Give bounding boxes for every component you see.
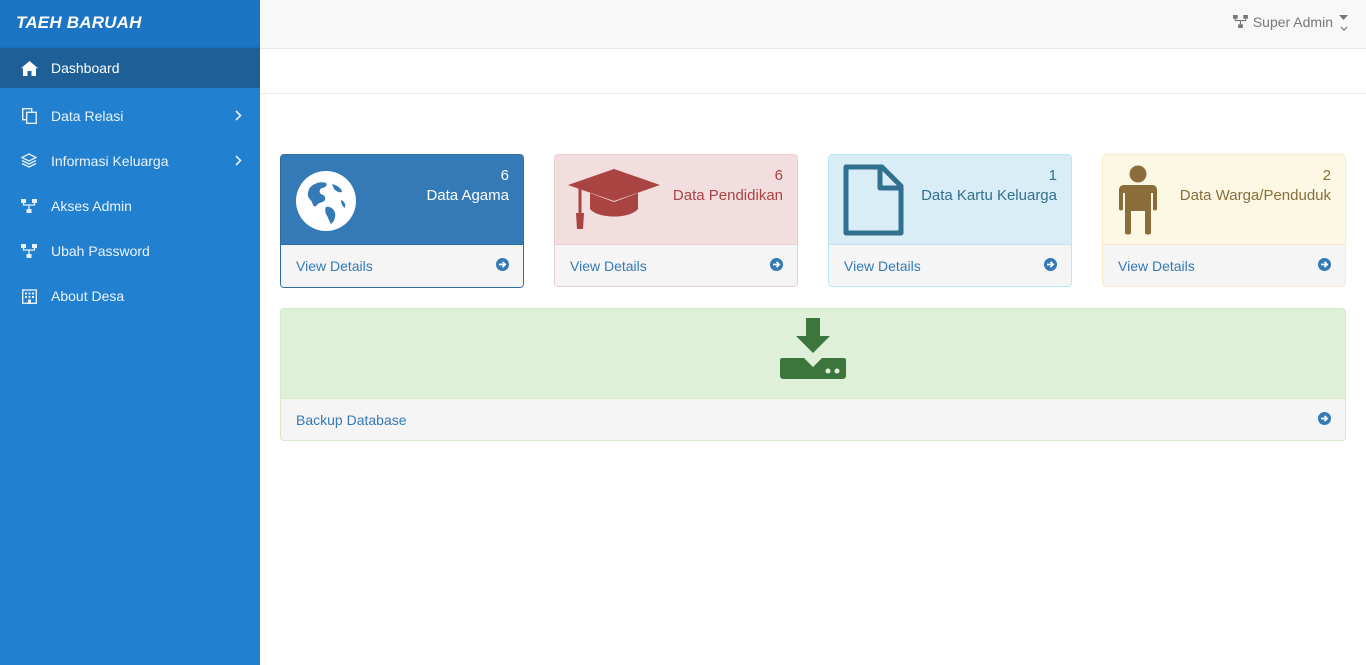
backup-database-label: Backup Database [296, 412, 407, 428]
card-heading: 1 Data Kartu Keluarga [829, 155, 1071, 245]
sidebar-item-dashboard[interactable]: Dashboard [0, 48, 260, 88]
card-label: Data Pendidikan [672, 187, 783, 204]
arrow-circle-right-icon [496, 258, 509, 274]
view-details-link[interactable]: View Details [555, 245, 797, 286]
view-details-link[interactable]: View Details [1103, 245, 1345, 286]
card-heading: 6 Data Agama [281, 155, 523, 245]
backup-database-link[interactable]: Backup Database [281, 399, 1345, 440]
download-icon [780, 318, 846, 383]
graduation-cap-icon [568, 169, 660, 234]
card-heading [281, 309, 1345, 399]
card-count: 6 [500, 167, 509, 184]
sidebar: TAEH BARUAH Dashboard Data Relasi Inform… [0, 0, 260, 665]
sidebar-item-label: Data Relasi [51, 107, 124, 124]
sitemap-icon [1232, 15, 1248, 28]
top-navbar: Super Admin [260, 0, 1366, 49]
sidebar-item-label: Dashboard [51, 60, 120, 76]
card-label: Data Kartu Keluarga [921, 187, 1057, 204]
card-heading: 6 Data Pendidikan [555, 155, 797, 245]
brand-title[interactable]: TAEH BARUAH [0, 0, 260, 48]
view-details-link[interactable]: View Details [281, 245, 523, 287]
sidebar-item-akses-admin[interactable]: Akses Admin [0, 183, 260, 228]
person-icon [1117, 165, 1159, 238]
sidebar-item-label: Informasi Keluarga [51, 152, 169, 169]
card-count: 6 [774, 167, 783, 184]
layers-icon [20, 152, 38, 170]
chevron-right-icon [235, 108, 242, 124]
sidebar-item-about-desa[interactable]: About Desa [0, 273, 260, 318]
card-backup-database: Backup Database [280, 308, 1346, 441]
file-icon [843, 164, 905, 239]
page-header-area [260, 49, 1366, 94]
sidebar-item-label: Ubah Password [51, 242, 150, 259]
view-details-label: View Details [296, 258, 373, 274]
sidebar-item-label: Akses Admin [51, 197, 132, 214]
card-heading: 2 Data Warga/Penduduk [1103, 155, 1345, 245]
arrow-circle-right-icon [1318, 258, 1331, 274]
card-count: 1 [1048, 167, 1057, 184]
card-data-pendidikan: 6 Data Pendidikan View Details [554, 154, 798, 287]
sitemap-icon [20, 197, 38, 215]
card-count: 2 [1322, 167, 1331, 184]
view-details-link[interactable]: View Details [829, 245, 1071, 286]
user-name: Super Admin [1252, 13, 1333, 30]
user-menu-dropdown[interactable]: Super Admin [1232, 12, 1348, 31]
chevron-right-icon [235, 153, 242, 169]
caret-down-icon [1339, 12, 1348, 31]
building-icon [20, 287, 38, 305]
copy-icon [20, 107, 38, 125]
card-data-warga-penduduk: 2 Data Warga/Penduduk View Details [1102, 154, 1346, 287]
globe-icon [295, 170, 357, 235]
card-label: Data Warga/Penduduk [1179, 187, 1331, 204]
arrow-circle-right-icon [1318, 412, 1331, 428]
home-icon [20, 59, 38, 77]
card-data-agama: 6 Data Agama View Details [280, 154, 524, 288]
view-details-label: View Details [844, 258, 921, 274]
view-details-label: View Details [1118, 258, 1195, 274]
sidebar-item-ubah-password[interactable]: Ubah Password [0, 228, 260, 273]
sidebar-item-data-relasi[interactable]: Data Relasi [0, 93, 260, 138]
card-data-kartu-keluarga: 1 Data Kartu Keluarga View Details [828, 154, 1072, 287]
sitemap-icon [20, 242, 38, 260]
sidebar-item-label: About Desa [51, 287, 125, 304]
sidebar-item-informasi-keluarga[interactable]: Informasi Keluarga [0, 138, 260, 183]
view-details-label: View Details [570, 258, 647, 274]
arrow-circle-right-icon [770, 258, 783, 274]
card-label: Data Agama [426, 187, 509, 204]
arrow-circle-right-icon [1044, 258, 1057, 274]
